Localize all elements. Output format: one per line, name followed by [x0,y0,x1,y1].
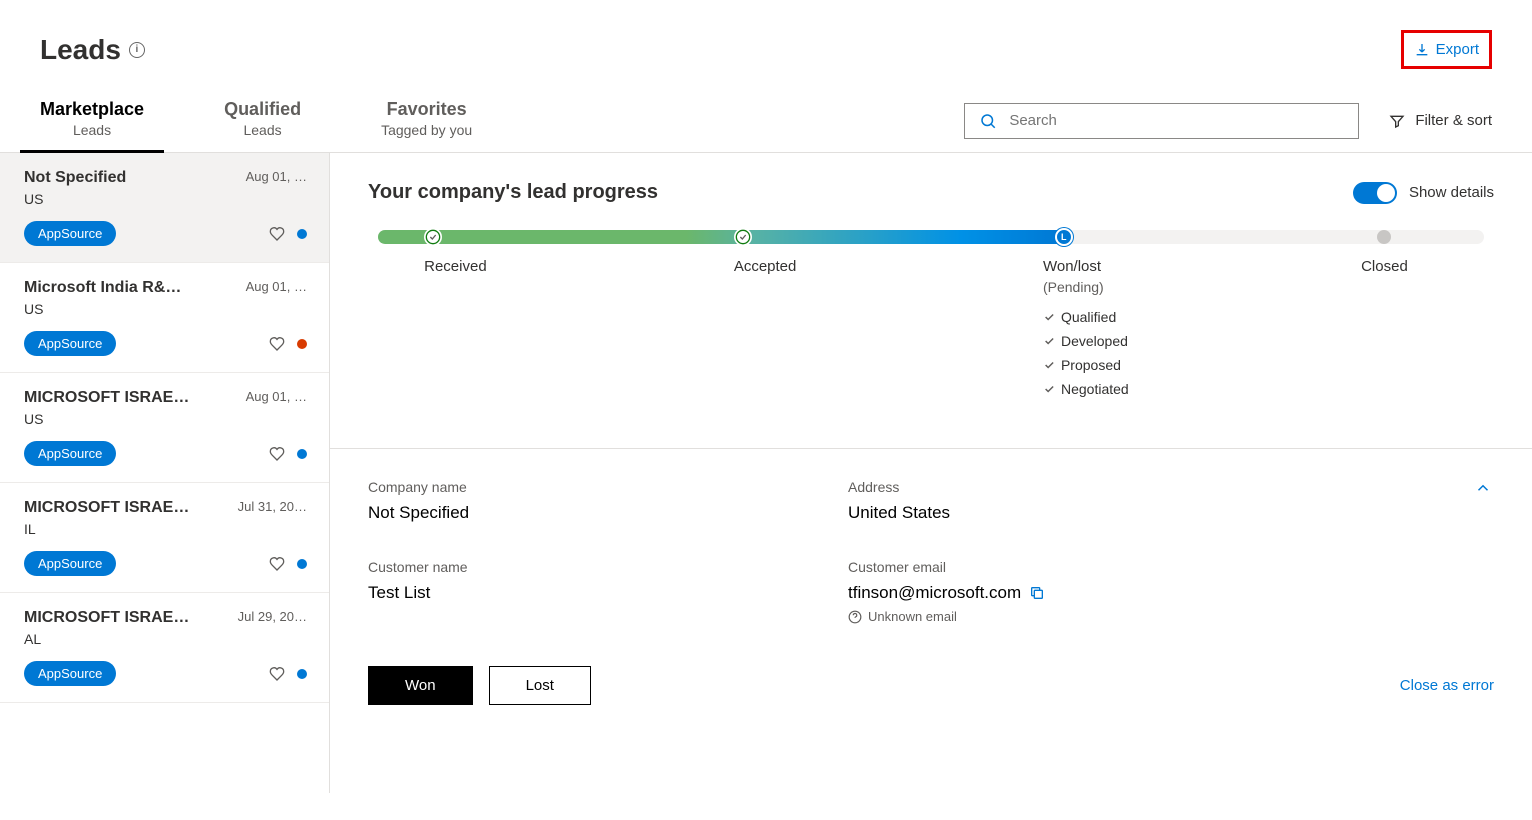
lead-location: US [24,411,307,427]
search-input[interactable] [1009,112,1344,129]
stage-label-accepted: Accepted [734,258,797,275]
address-value: United States [848,503,1268,523]
tabs: Marketplace Leads Qualified Leads Favori… [40,89,472,152]
lead-source-pill: AppSource [24,221,116,246]
status-dot [297,669,307,679]
lead-list[interactable]: Not Specified Aug 01, … US AppSource Mic… [0,153,330,793]
lead-source-pill: AppSource [24,661,116,686]
lead-location: IL [24,521,307,537]
lead-location: AL [24,631,307,647]
lead-date: Jul 31, 20… [238,499,307,514]
stage-node-wonlost: L [1055,228,1073,246]
customer-name-value: Test List [368,583,788,603]
heart-icon[interactable] [269,226,285,242]
lead-item[interactable]: MICROSOFT ISRAE… Aug 01, … US AppSource [0,373,329,483]
page-title: Leads i [40,34,145,66]
status-dot [297,559,307,569]
status-dot [297,449,307,459]
company-name-label: Company name [368,479,788,495]
stage-checklist-item: Developed [1043,333,1129,349]
lead-title: Not Specified [24,169,126,187]
lead-location: US [24,301,307,317]
check-icon [1043,383,1055,395]
search-icon [979,112,997,130]
won-button[interactable]: Won [368,666,473,705]
status-dot [297,229,307,239]
show-details-toggle[interactable] [1353,182,1397,204]
info-icon[interactable]: i [129,42,145,58]
check-icon [1043,311,1055,323]
tab-qualified[interactable]: Qualified Leads [224,89,301,152]
lead-title: Microsoft India R&… [24,279,181,297]
lead-title: MICROSOFT ISRAE… [24,499,189,517]
tab-favorites[interactable]: Favorites Tagged by you [381,89,472,152]
export-label: Export [1436,41,1479,58]
lead-source-pill: AppSource [24,441,116,466]
stage-label-wonlost: Won/lost [1043,258,1129,275]
help-icon [848,610,862,624]
lead-source-pill: AppSource [24,331,116,356]
customer-email-label: Customer email [848,559,1268,575]
status-dot [297,339,307,349]
lead-title: MICROSOFT ISRAE… [24,609,189,627]
lead-item[interactable]: Microsoft India R&… Aug 01, … US AppSour… [0,263,329,373]
toggle-label: Show details [1409,184,1494,201]
address-label: Address [848,479,1268,495]
check-icon [1043,359,1055,371]
stage-label-wonlost-sub: (Pending) [1043,279,1129,295]
stage-node-closed [1377,230,1391,244]
lead-detail: Your company's lead progress Show detail… [330,153,1532,793]
download-icon [1414,42,1430,58]
stage-node-received [424,228,442,246]
export-button[interactable]: Export [1401,30,1492,69]
progress-bar: L [378,230,1484,244]
check-icon [1043,335,1055,347]
lead-item[interactable]: Not Specified Aug 01, … US AppSource [0,153,329,263]
lead-item[interactable]: MICROSOFT ISRAE… Jul 29, 20… AL AppSourc… [0,593,329,703]
tab-marketplace[interactable]: Marketplace Leads [40,89,144,152]
heart-icon[interactable] [269,666,285,682]
stage-label-received: Received [424,258,487,275]
lead-date: Aug 01, … [246,169,307,184]
lead-date: Aug 01, … [246,389,307,404]
collapse-chevron-icon[interactable] [1474,479,1492,497]
heart-icon[interactable] [269,446,285,462]
lost-button[interactable]: Lost [489,666,591,705]
heart-icon[interactable] [269,556,285,572]
close-as-error-link[interactable]: Close as error [1400,677,1494,694]
stage-checklist-item: Negotiated [1043,381,1129,397]
search-box[interactable] [964,103,1359,139]
filter-sort-button[interactable]: Filter & sort [1389,112,1492,129]
stage-checklist-item: Qualified [1043,309,1129,325]
heart-icon[interactable] [269,336,285,352]
lead-date: Jul 29, 20… [238,609,307,624]
lead-location: US [24,191,307,207]
copy-icon[interactable] [1029,585,1045,601]
stage-checklist-item: Proposed [1043,357,1129,373]
lead-item[interactable]: MICROSOFT ISRAE… Jul 31, 20… IL AppSourc… [0,483,329,593]
stage-node-accepted [734,228,752,246]
customer-email-value: tfinson@microsoft.com [848,583,1021,603]
lead-date: Aug 01, … [246,279,307,294]
lead-title: MICROSOFT ISRAE… [24,389,189,407]
filter-icon [1389,113,1405,129]
customer-name-label: Customer name [368,559,788,575]
progress-title: Your company's lead progress [368,181,658,204]
lead-source-pill: AppSource [24,551,116,576]
stage-label-closed: Closed [1361,258,1408,275]
email-note: Unknown email [848,609,1268,624]
company-name-value: Not Specified [368,503,788,523]
